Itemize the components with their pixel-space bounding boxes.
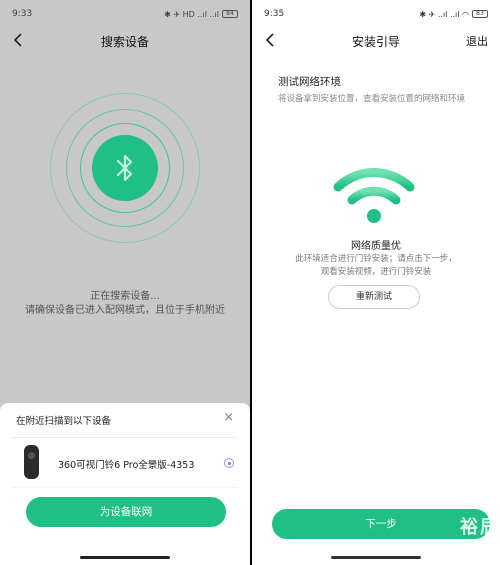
page-title: 安装引导 [351,35,400,49]
status-bar: 9:35 ✱ ✈ ..ıl ..ıl ◠ 83 [252,0,500,28]
battery-icon: 83 [472,10,488,18]
status-time: 9:35 [264,9,285,19]
status-time: 9:33 [12,9,33,19]
status-icons: ✱ ✈ ..ıl ..ıl ◠ 83 [419,10,488,19]
home-indicator[interactable] [80,556,170,559]
screenshot-frame: 9:33 ✱ ✈ HD ..ıl ..ıl 84 搜索设备 正在搜索设备... … [0,0,500,565]
battery-icon: 84 [222,10,238,18]
scanning-hint-text: 请确保设备已进入配网模式，且位于手机附近 [25,305,225,316]
signal-icons: ✱ ✈ HD ..ıl ..ıl [164,9,219,19]
network-quality-label: 网络质量优 [351,241,401,252]
retest-button[interactable]: 重新测试 [328,285,420,309]
scanning-animation [50,93,200,243]
page-title: 搜索设备 [100,35,149,49]
bluetooth-icon [92,135,158,201]
nav-bar: 搜索设备 [0,28,250,58]
doorbell-device-icon [24,445,39,479]
close-icon[interactable]: × [223,410,234,425]
watermark: 裕辰 [460,517,500,538]
device-name: 360可视门铃6 Pro全景版-4353 [58,460,195,471]
connect-device-button[interactable]: 为设备联网 [26,497,226,527]
divider [12,437,238,438]
sheet-header: 在附近扫描到以下设备 [16,416,112,427]
status-bar: 9:33 ✱ ✈ HD ..ıl ..ıl 84 [0,0,250,28]
exit-button[interactable]: 退出 [466,33,488,49]
wifi-icon [332,165,416,225]
device-list-item[interactable]: 360可视门铃6 Pro全景版-4353 [12,441,238,485]
section-title: 测试网络环境 [278,76,341,88]
install-guide-screen: 9:35 ✱ ✈ ..ıl ..ıl ◠ 83 安装引导 退出 测试网络环境 将… [252,0,500,565]
search-device-screen: 9:33 ✱ ✈ HD ..ıl ..ıl 84 搜索设备 正在搜索设备... … [0,0,250,565]
scanning-status-text: 正在搜索设备... [90,291,160,302]
nav-bar: 安装引导 退出 [252,28,500,58]
home-indicator[interactable] [331,556,421,559]
network-quality-description: 此环境适合进行门铃安装；请点击下一步，观看安装视频，进行门铃安装 [295,254,457,277]
section-subtitle: 将设备拿到安装位置，查看安装位置的网络和环境 [278,94,466,104]
divider [12,487,238,488]
next-step-button[interactable]: 下一步 [272,509,490,539]
found-devices-sheet: 在附近扫描到以下设备 × 360可视门铃6 Pro全景版-4353 为设备联网 [0,403,250,565]
device-radio-button[interactable] [224,458,234,468]
signal-icons: ✱ ✈ ..ıl ..ıl ◠ [419,9,469,19]
status-icons: ✱ ✈ HD ..ıl ..ıl 84 [164,10,238,19]
